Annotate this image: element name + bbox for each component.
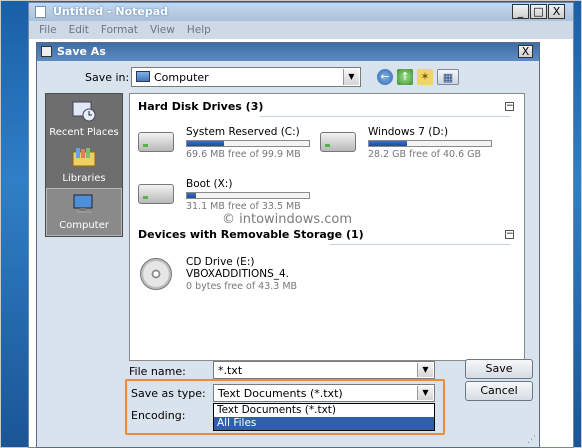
dialog-icon	[41, 46, 52, 57]
hard-disk-icon	[138, 184, 174, 204]
view-menu-icon[interactable]: ▦	[437, 69, 459, 85]
notepad-titlebar: Untitled - Notepad _ □ X	[29, 3, 573, 21]
recent-places-icon	[72, 101, 96, 122]
place-recent-places[interactable]: Recent Places	[46, 96, 122, 144]
hard-disk-icon	[320, 132, 356, 152]
menu-bar: File Edit Format View Help	[39, 24, 211, 36]
drive-name: Boot (X:)	[186, 178, 233, 190]
hard-disk-icon	[138, 132, 174, 152]
place-libraries[interactable]: Libraries	[46, 142, 122, 190]
place-label: Libraries	[62, 173, 106, 184]
drive-cd[interactable]: CD Drive (E:) VBOXADDITIONS_4. 0 bytes f…	[138, 256, 318, 300]
file-name-label: File name:	[129, 365, 186, 378]
drive-usage-fill	[187, 141, 224, 146]
hdd-group-title: Hard Disk Drives (3)	[138, 100, 264, 113]
drive-free-space: 69.6 MB free of 99.9 MB	[186, 149, 301, 160]
save-as-type-value: Text Documents (*.txt)	[218, 387, 343, 400]
watermark: © intowindows.com	[222, 212, 353, 227]
menu-file[interactable]: File	[39, 24, 57, 36]
places-bar: Recent Places Libraries Computer	[45, 93, 123, 237]
drive-windows7[interactable]: Windows 7 (D:) 28.2 GB free of 40.6 GB	[320, 126, 500, 166]
place-label: Computer	[59, 220, 109, 231]
drive-usage-fill	[369, 141, 407, 146]
drive-name: System Reserved (C:)	[186, 126, 300, 138]
file-name-combobox[interactable]: *.txt ▼	[213, 361, 435, 379]
collapse-icon[interactable]: −	[505, 102, 514, 111]
file-list-pane[interactable]: Hard Disk Drives (3) − System Reserved (…	[129, 93, 525, 361]
menu-help[interactable]: Help	[187, 24, 211, 36]
maximize-button[interactable]: □	[530, 4, 547, 19]
drive-free-space: 28.2 GB free of 40.6 GB	[368, 149, 482, 160]
save-as-type-dropdown-list: Text Documents (*.txt) All Files	[213, 403, 435, 431]
up-folder-icon[interactable]: ↑	[397, 69, 413, 85]
menu-format[interactable]: Format	[101, 24, 138, 36]
new-folder-icon[interactable]: ✶	[417, 69, 433, 85]
drive-name: Windows 7 (D:)	[368, 126, 449, 138]
save-as-type-label: Save as type:	[131, 387, 206, 400]
drive-usage-bar	[186, 140, 310, 147]
file-name-dropdown-arrow[interactable]: ▼	[417, 363, 433, 377]
cd-drive-icon	[140, 258, 172, 290]
computer-icon	[136, 71, 150, 82]
drive-system-reserved[interactable]: System Reserved (C:) 69.6 MB free of 99.…	[138, 126, 318, 166]
save-as-dialog: Save As X Save in: Computer ▼ ← ↑ ✶ ▦ Re…	[36, 42, 540, 448]
save-button[interactable]: Save	[465, 359, 533, 379]
type-option-text-documents[interactable]: Text Documents (*.txt)	[214, 404, 434, 417]
place-label: Recent Places	[49, 127, 119, 138]
resize-grip-icon[interactable]: ⋰	[527, 435, 537, 445]
cd-drive-name: CD Drive (E:)	[186, 256, 255, 268]
encoding-label: Encoding:	[131, 409, 186, 422]
cd-free-space: 0 bytes free of 43.3 MB	[186, 281, 298, 292]
place-computer[interactable]: Computer	[46, 188, 122, 236]
notepad-title: Untitled - Notepad	[53, 5, 169, 18]
save-in-label: Save in:	[85, 71, 130, 84]
computer-icon	[73, 194, 93, 213]
group-divider	[330, 244, 510, 245]
drive-usage-fill	[187, 193, 196, 198]
caption-buttons: _ □ X	[512, 4, 565, 19]
dialog-close-button[interactable]: X	[518, 45, 533, 58]
menu-view[interactable]: View	[150, 24, 175, 36]
save-as-type-dropdown-arrow[interactable]: ▼	[417, 386, 433, 400]
menu-edit[interactable]: Edit	[69, 24, 89, 36]
libraries-icon	[72, 148, 96, 167]
dialog-titlebar: Save As X	[37, 43, 539, 61]
notepad-icon	[35, 6, 46, 18]
save-in-dropdown-arrow[interactable]: ▼	[343, 69, 359, 85]
group-divider	[260, 116, 510, 117]
removable-group-title: Devices with Removable Storage (1)	[138, 228, 364, 241]
save-as-type-combobox[interactable]: Text Documents (*.txt) ▼	[213, 384, 435, 402]
dialog-title: Save As	[57, 45, 106, 58]
close-button[interactable]: X	[548, 4, 565, 19]
drive-usage-bar	[368, 140, 492, 147]
drive-free-space: 31.1 MB free of 33.5 MB	[186, 201, 301, 212]
save-in-value: Computer	[154, 71, 209, 84]
file-name-value: *.txt	[218, 364, 243, 377]
cd-volume-label: VBOXADDITIONS_4.	[186, 268, 290, 280]
collapse-icon[interactable]: −	[505, 230, 514, 239]
type-option-all-files[interactable]: All Files	[214, 417, 434, 430]
drive-usage-bar	[186, 192, 310, 199]
cancel-button[interactable]: Cancel	[465, 381, 533, 401]
save-in-combobox[interactable]: Computer ▼	[131, 67, 361, 87]
minimize-button[interactable]: _	[512, 4, 529, 19]
back-icon[interactable]: ←	[377, 69, 393, 85]
